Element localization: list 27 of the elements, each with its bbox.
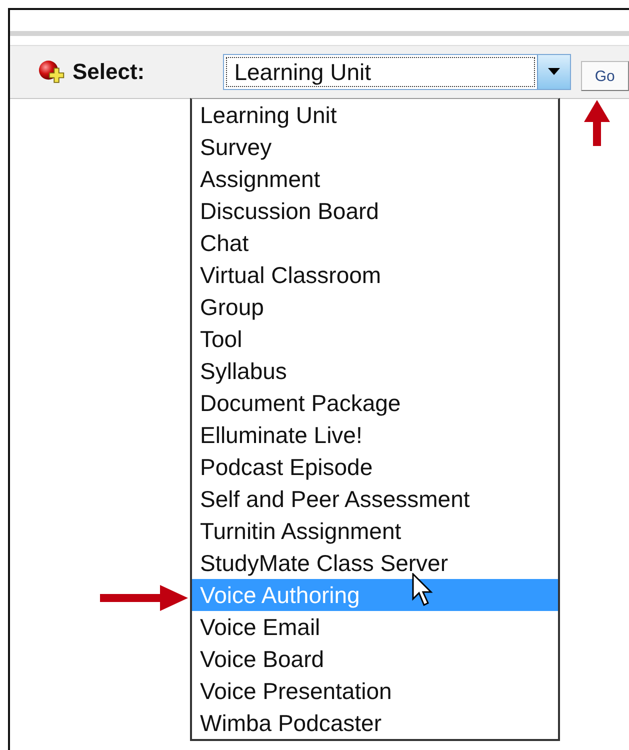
dropdown-option[interactable]: Chat [192, 227, 558, 259]
dropdown-option[interactable]: StudyMate Class Server [192, 547, 558, 579]
dropdown-option[interactable]: Assignment [192, 163, 558, 195]
add-icon [38, 59, 66, 85]
select-dropdown[interactable]: Learning Unit [223, 54, 571, 90]
dropdown-option[interactable]: Document Package [192, 387, 558, 419]
dropdown-option[interactable]: Tool [192, 323, 558, 355]
cursor-icon [412, 573, 436, 607]
dropdown-option[interactable]: Survey [192, 131, 558, 163]
dropdown-option[interactable]: Podcast Episode [192, 451, 558, 483]
dropdown-option[interactable]: Discussion Board [192, 195, 558, 227]
dropdown-option[interactable]: Virtual Classroom [192, 259, 558, 291]
dropdown-option[interactable]: Voice Presentation [192, 675, 558, 707]
dropdown-option[interactable]: Elluminate Live! [192, 419, 558, 451]
caret-icon [548, 68, 560, 76]
dropdown-option[interactable]: Group [192, 291, 558, 323]
dropdown-option[interactable]: Syllabus [192, 355, 558, 387]
dropdown-option[interactable]: Turnitin Assignment [192, 515, 558, 547]
go-button[interactable]: Go [580, 61, 629, 91]
select-value: Learning Unit [226, 57, 535, 87]
dropdown-option[interactable]: Voice Board [192, 643, 558, 675]
select-label: Select: [72, 59, 146, 85]
dropdown-option[interactable]: Voice Email [192, 611, 558, 643]
dropdown-option[interactable]: Learning Unit [192, 99, 558, 131]
arrow-up-annotation [582, 100, 612, 146]
dropdown-option[interactable]: Wimba Podcaster [192, 707, 558, 739]
dropdown-option[interactable]: Self and Peer Assessment [192, 483, 558, 515]
